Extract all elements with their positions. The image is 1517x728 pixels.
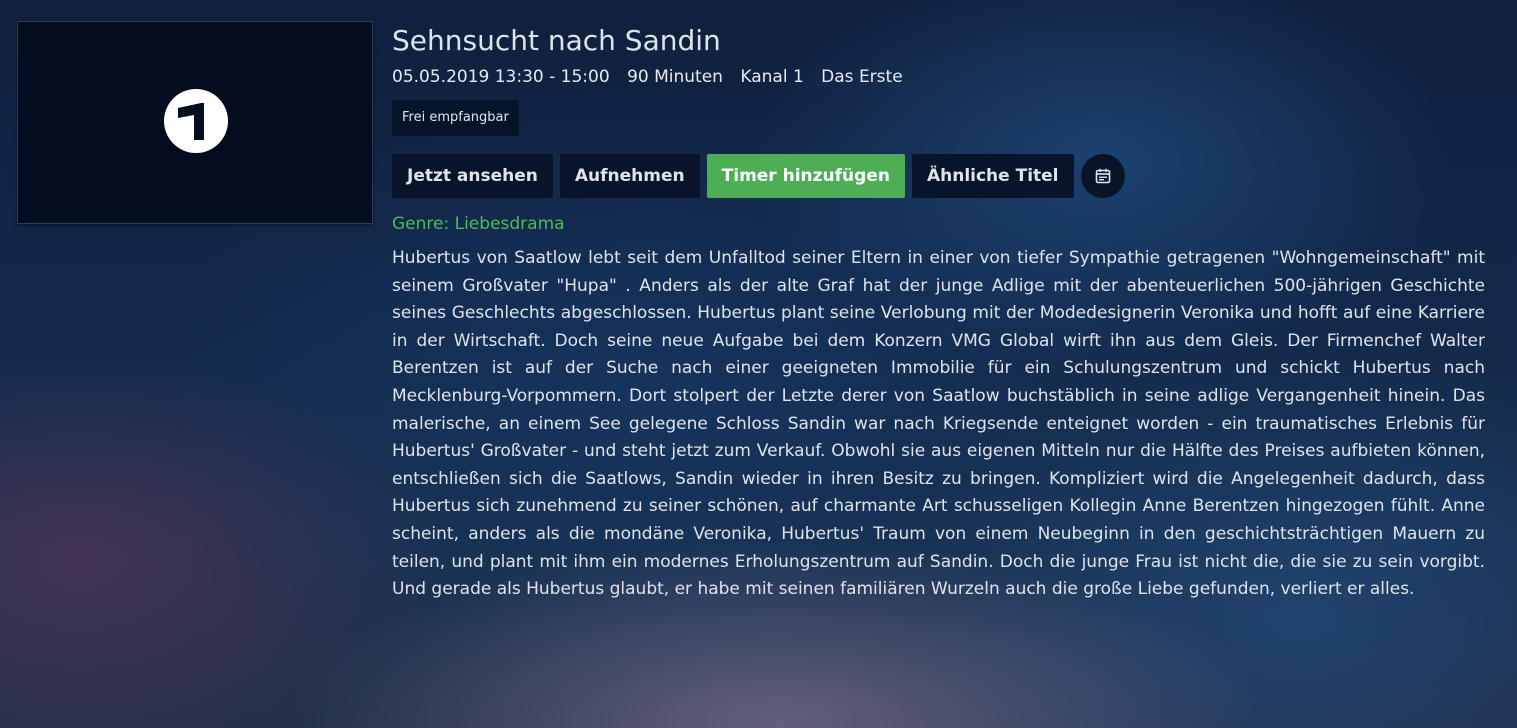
genre-label: Genre: Liebesdrama [392,214,565,234]
action-bar: Jetzt ansehen Aufnehmen Timer hinzufügen… [392,154,1485,198]
das-erste-logo-icon [164,89,228,153]
program-meta: 05.05.2019 13:30 - 15:00 90 Minuten Kana… [392,65,1485,89]
watch-now-button[interactable]: Jetzt ansehen [392,154,553,198]
calendar-icon [1095,168,1110,184]
program-date-time: 05.05.2019 13:30 - 15:00 [392,67,610,87]
channel-number: Kanal 1 [740,67,804,87]
add-timer-button[interactable]: Timer hinzufügen [706,154,905,198]
program-duration: 90 Minuten [627,67,723,87]
calendar-button[interactable] [1080,154,1125,198]
channel-thumbnail [17,21,373,224]
program-description: Hubertus von Saatlow lebt seit dem Unfal… [392,248,1485,600]
record-button[interactable]: Aufnehmen [559,154,700,198]
program-title: Sehnsucht nach Sandin [392,24,721,57]
program-details: Sehnsucht nach Sandin 05.05.2019 13:30 -… [392,22,1485,604]
free-to-air-badge: Frei empfangbar [392,100,519,136]
channel-name: Das Erste [821,67,903,87]
similar-titles-button[interactable]: Ähnliche Titel [911,154,1074,198]
